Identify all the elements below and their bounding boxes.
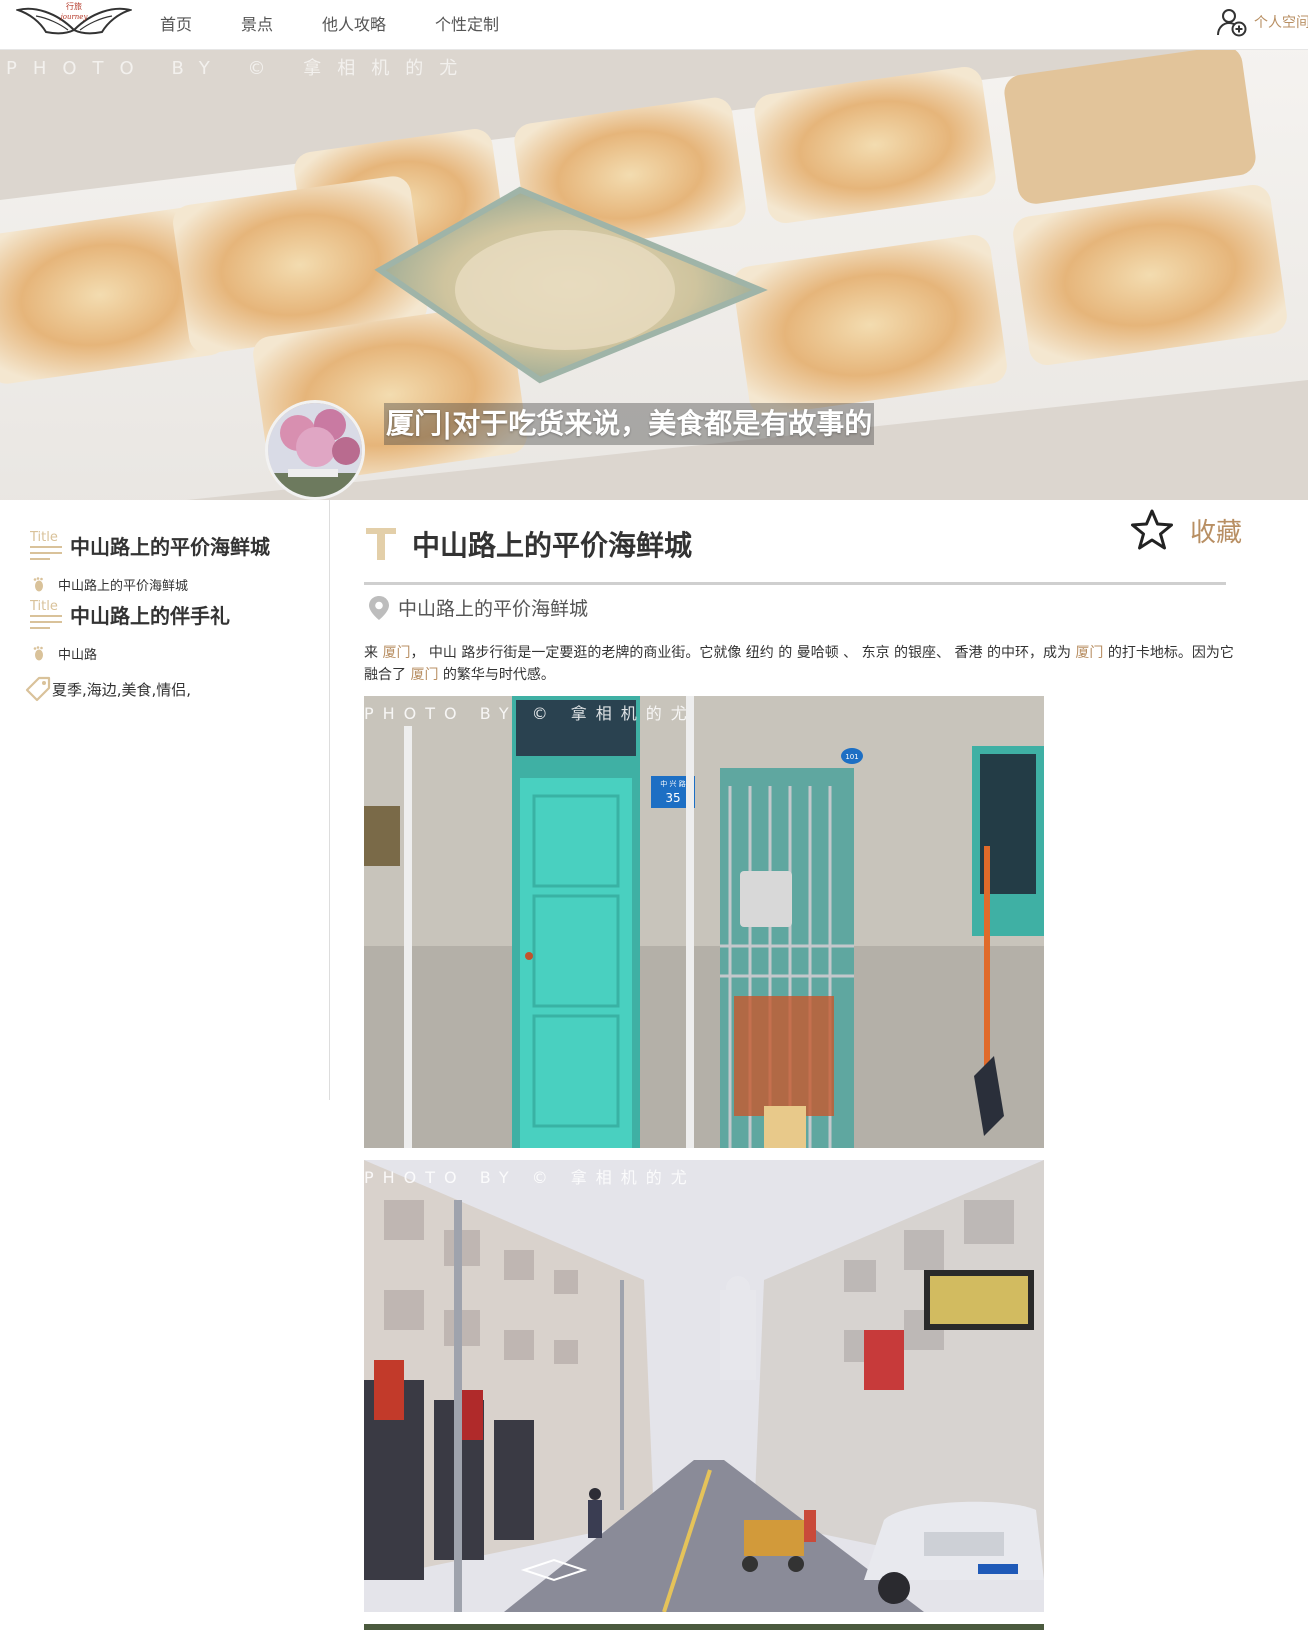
favorite-button[interactable]: 收藏 xyxy=(1128,506,1242,554)
user-space-link[interactable]: 个人空间 xyxy=(1216,6,1308,38)
article-photo-3 xyxy=(364,1624,1044,1630)
section-header: 中山路上的平价海鲜城 xyxy=(364,524,692,564)
keyword-link-xiamen[interactable]: 厦门 xyxy=(410,667,438,683)
logo-text-cn: 行旅 xyxy=(66,2,82,11)
title-icon: Title xyxy=(30,599,62,629)
tag-list: 夏季,海边,美食,情侣, xyxy=(52,680,192,699)
hero-watermark: PHOTO BY © 拿相机的尤 xyxy=(6,58,474,79)
toc-subitem-2[interactable]: 中山路 xyxy=(30,644,97,663)
sidebar-toc: Title 中山路上的平价海鲜城 中山路上的平价海鲜城 Title 中山路上的伴… xyxy=(0,500,330,1100)
star-icon xyxy=(1131,509,1173,550)
para-text-4: 的繁华与时代感。 xyxy=(438,667,555,683)
toc-subitem-label: 中山路 xyxy=(58,648,98,663)
photo-watermark: PHOTO BY © 拿相机的尤 xyxy=(364,1168,696,1187)
tag-row: 夏季,海边,美食,情侣, xyxy=(24,675,191,703)
location-text: 中山路上的平价海鲜城 xyxy=(398,598,589,620)
photo-watermark: PHOTO BY © 拿相机的尤 xyxy=(364,704,696,723)
footprint-icon xyxy=(33,576,43,591)
door-plate-number: 101 xyxy=(845,753,858,761)
nav-home[interactable]: 首页 xyxy=(160,14,192,36)
title-icon-text: Title xyxy=(30,599,58,614)
nav-custom[interactable]: 个性定制 xyxy=(435,14,499,36)
para-text-1: 来 xyxy=(364,645,383,661)
user-space-label: 个人空间 xyxy=(1254,15,1308,31)
street-image xyxy=(364,1160,1044,1612)
toc-item-2[interactable]: Title 中山路上的伴手礼 xyxy=(30,597,230,631)
doors-image: 中 兴 路 35 101 xyxy=(364,696,1044,1148)
favorite-label: 收藏 xyxy=(1190,517,1243,548)
toc-item-title: 中山路上的平价海鲜城 xyxy=(70,534,270,559)
tag-icon xyxy=(25,676,51,702)
article-hero-title: 厦门|对于吃货来说，美食都是有故事的 xyxy=(384,403,875,445)
logo-text-en: journey xyxy=(60,13,88,21)
text-t-icon xyxy=(366,528,396,560)
article-photo-doors: PHOTO BY © 拿相机的尤 中 兴 路 35 101 xyxy=(364,696,1044,1148)
top-navigation: 行旅 journey 首页 景点 他人攻略 个性定制 个人空间 xyxy=(0,0,1308,50)
main-nav: 首页 景点 他人攻略 个性定制 xyxy=(160,14,548,36)
section-divider xyxy=(364,582,1226,585)
add-user-icon xyxy=(1217,9,1247,37)
toc-item-1[interactable]: Title 中山路上的平价海鲜城 xyxy=(30,528,270,562)
door-sign-number: 35 xyxy=(665,791,680,805)
nav-others-guides[interactable]: 他人攻略 xyxy=(322,14,386,36)
keyword-link-xiamen[interactable]: 厦门 xyxy=(1075,645,1103,661)
nav-attractions[interactable]: 景点 xyxy=(241,14,273,36)
para-text-2: ， 中山 路步行街是一定要逛的老牌的商业街。它就像 纽约 的 曼哈顿 、 东京 … xyxy=(410,645,1076,661)
location-row: 中山路上的平价海鲜城 xyxy=(368,594,588,621)
door-sign-street: 中 兴 路 xyxy=(660,779,685,788)
toc-subitem-label: 中山路上的平价海鲜城 xyxy=(58,579,189,594)
footprint-icon xyxy=(33,645,43,660)
title-icon: Title xyxy=(30,530,62,560)
site-logo[interactable]: 行旅 journey xyxy=(14,2,134,42)
map-pin-icon xyxy=(369,595,389,620)
section-title: 中山路上的平价海鲜城 xyxy=(412,529,693,562)
article-photo-street: PHOTO BY © 拿相机的尤 xyxy=(364,1160,1044,1612)
toc-subitem-1[interactable]: 中山路上的平价海鲜城 xyxy=(30,575,188,594)
toc-item-title: 中山路上的伴手礼 xyxy=(70,603,230,628)
author-avatar[interactable] xyxy=(265,400,365,500)
hero-banner: PHOTO BY © 拿相机的尤 厦门|对于吃货来说，美食都是有故事的 xyxy=(0,50,1308,500)
keyword-link-xiamen[interactable]: 厦门 xyxy=(382,645,410,661)
title-icon-text: Title xyxy=(30,530,58,545)
article-paragraph: 来 厦门， 中山 路步行街是一定要逛的老牌的商业街。它就像 纽约 的 曼哈顿 、… xyxy=(364,642,1244,686)
